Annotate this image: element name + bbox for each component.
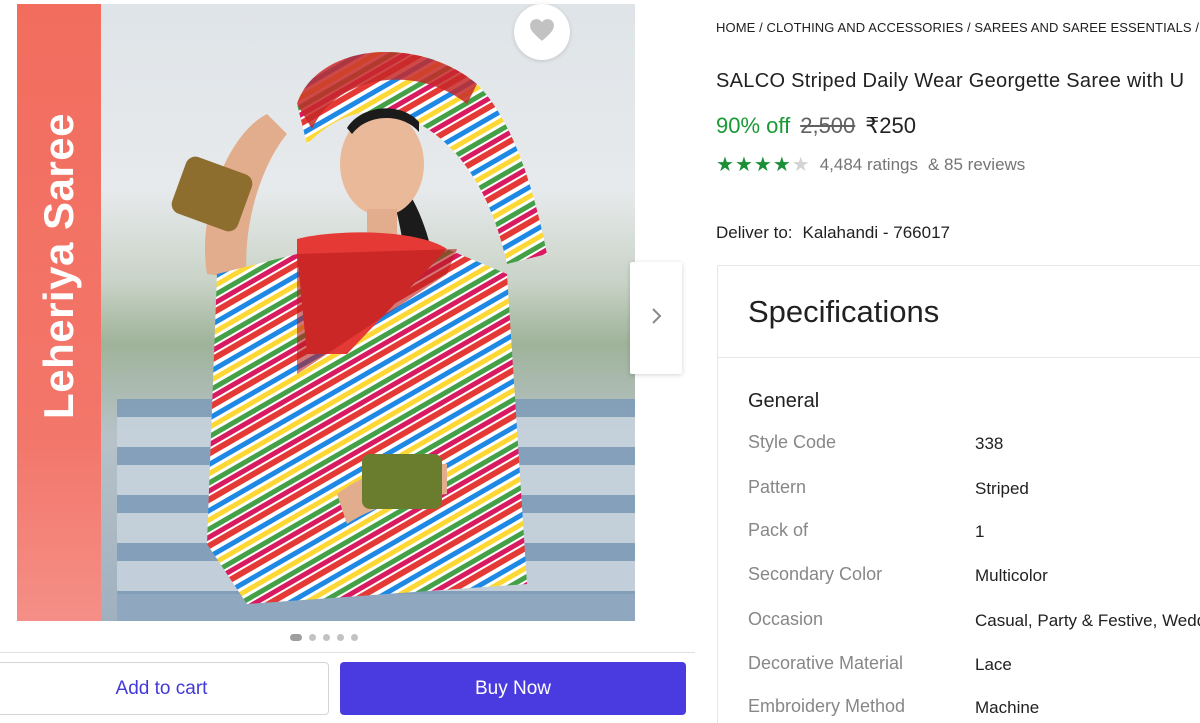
next-image-button[interactable] — [630, 262, 682, 374]
spec-row-pack-of: Pack of 1 — [748, 520, 1200, 550]
ratings-count[interactable]: 4,484 ratings — [820, 155, 918, 175]
star-filled-icon: ★ — [772, 154, 791, 176]
spec-row-embroidery-method: Embroidery Method Machine — [748, 696, 1200, 723]
add-to-cart-button[interactable]: Add to cart — [0, 662, 329, 715]
star-empty-icon: ★ — [791, 154, 810, 176]
carousel-dot[interactable] — [309, 634, 316, 641]
reviews-count[interactable]: & 85 reviews — [928, 155, 1025, 175]
price-row: 90% off 2,500 ₹250 — [716, 113, 916, 139]
carousel-dot-active[interactable] — [290, 634, 302, 641]
carousel-dot[interactable] — [351, 634, 358, 641]
spec-value: Lace — [975, 655, 1012, 674]
spec-row-secondary-color: Secondary Color Multicolor — [748, 564, 1200, 594]
star-rating: ★ ★ ★ ★ ★ — [716, 155, 810, 175]
side-banner: Leheriya Saree — [17, 4, 101, 621]
gallery-divider — [0, 652, 695, 653]
rating-row: ★ ★ ★ ★ ★ 4,484 ratings & 85 reviews — [716, 155, 1025, 175]
saree-model-illustration — [171, 51, 547, 604]
spec-key: Decorative Material — [748, 653, 904, 673]
star-filled-icon: ★ — [753, 154, 772, 176]
spec-value: Striped — [975, 479, 1029, 498]
original-price: 2,500 — [800, 113, 856, 138]
spec-key: Embroidery Method — [748, 696, 906, 716]
star-filled-icon: ★ — [734, 154, 753, 176]
carousel-dot[interactable] — [337, 634, 344, 641]
breadcrumb[interactable]: HOME / CLOTHING AND ACCESSORIES / SAREES… — [716, 20, 1200, 35]
wishlist-button[interactable] — [514, 4, 570, 60]
chevron-right-icon — [650, 307, 662, 330]
spec-row-decorative-material: Decorative Material Lace — [748, 653, 1200, 683]
discount-percent: 90% off — [716, 113, 791, 138]
product-image[interactable]: Leheriya Saree — [17, 4, 635, 621]
specifications-heading: Specifications — [748, 294, 940, 329]
spec-value: Machine — [975, 698, 1040, 717]
buy-now-button[interactable]: Buy Now — [340, 662, 686, 715]
star-filled-icon: ★ — [716, 154, 734, 176]
spec-value: 338 — [975, 434, 1004, 453]
side-banner-text: Leheriya Saree — [35, 113, 82, 419]
spec-key: Style Code — [748, 432, 837, 452]
spec-value: Multicolor — [975, 566, 1048, 585]
delivery-location[interactable]: Deliver to: Kalahandi - 766017 — [716, 223, 950, 243]
specifications-card: Specifications General Style Code 338 Pa… — [717, 265, 1200, 723]
spec-key: Pack of — [748, 520, 809, 540]
spec-row-occasion: Occasion Casual, Party & Festive, Wedd — [748, 609, 1200, 639]
heart-icon — [529, 18, 555, 47]
spec-key: Occasion — [748, 609, 824, 629]
spec-row-pattern: Pattern Striped — [748, 477, 1200, 507]
selling-price: ₹250 — [865, 113, 916, 138]
spec-section-general: General — [748, 390, 820, 412]
deliver-label: Deliver to: — [716, 223, 793, 242]
deliver-location-value: Kalahandi - 766017 — [802, 223, 950, 242]
image-carousel-dots — [290, 634, 358, 641]
spec-key: Secondary Color — [748, 564, 883, 584]
product-title: SALCO Striped Daily Wear Georgette Saree… — [716, 70, 1185, 92]
spec-value: 1 — [975, 522, 985, 541]
spec-row-style-code: Style Code 338 — [748, 432, 1200, 462]
spec-key: Pattern — [748, 477, 807, 497]
spec-value: Casual, Party & Festive, Wedd — [975, 611, 1200, 630]
carousel-dot[interactable] — [323, 634, 330, 641]
specifications-header[interactable]: Specifications — [718, 266, 1200, 358]
